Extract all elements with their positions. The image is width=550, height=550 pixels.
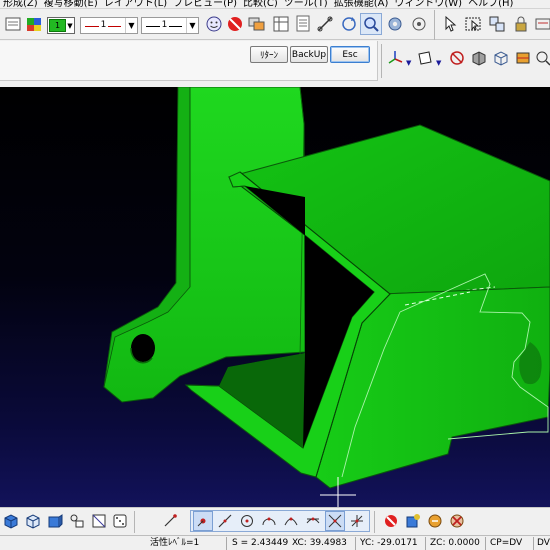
zc-readout: ZC: 0.0000	[430, 538, 480, 548]
3d-viewport[interactable]	[0, 87, 550, 507]
no-entry-icon[interactable]	[381, 511, 401, 531]
menu-compare[interactable]: 比較(C)	[240, 0, 281, 8]
command-area: ﾘﾀｰﾝ BackUp Esc	[0, 41, 378, 81]
status-bar: 活性ﾚﾍﾞﾙ=1 S = 2.43449 XC: 39.4983 YC: -29…	[0, 535, 550, 550]
grid-icon[interactable]	[89, 511, 109, 531]
menu-extensions[interactable]: 拡張機能(A)	[331, 0, 392, 8]
chevron-down-icon: ▼	[125, 18, 137, 33]
intersect-icon[interactable]	[303, 511, 323, 531]
axis-view-icon[interactable]	[384, 47, 406, 69]
config-icon[interactable]	[532, 13, 550, 35]
face-icon[interactable]	[203, 13, 225, 35]
view-plane-icon[interactable]	[414, 47, 436, 69]
esc-button[interactable]: Esc	[330, 46, 370, 63]
chevron-down-icon[interactable]: ▼	[436, 59, 441, 67]
line-type-value: 1	[98, 20, 109, 30]
layer-icon[interactable]	[246, 13, 268, 35]
line-width-value: 1	[159, 20, 170, 30]
chevron-down-icon: ▼	[186, 18, 198, 33]
rotate-view-icon[interactable]	[338, 13, 360, 35]
yc-readout: YC: -29.0171	[360, 538, 418, 548]
cp-readout: CP=DV	[490, 538, 523, 548]
backup-button[interactable]: BackUp	[290, 46, 328, 63]
section-icon[interactable]	[512, 47, 534, 69]
point-icon[interactable]	[193, 511, 213, 531]
cross-alt-icon[interactable]	[347, 511, 367, 531]
erase-icon[interactable]	[447, 511, 467, 531]
command-toolbar: ﾘﾀｰﾝ BackUp Esc ▼ ▼	[0, 41, 550, 87]
pick-icon[interactable]	[160, 511, 180, 531]
model-render	[103, 87, 550, 507]
color-select[interactable]: 1 ▼	[47, 17, 75, 34]
menu-tools[interactable]: ツール(T)	[281, 0, 331, 8]
snap-icon[interactable]	[408, 13, 430, 35]
scale-readout: S = 2.43449	[232, 538, 289, 548]
measure-icon[interactable]	[314, 13, 336, 35]
menu-layout[interactable]: レイアウト(L)	[101, 0, 170, 8]
select-icon[interactable]	[440, 13, 462, 35]
menu-form[interactable]: 形成(Z)	[0, 0, 41, 8]
cube-icon[interactable]	[1, 511, 21, 531]
properties-panel-icon[interactable]	[2, 13, 24, 35]
chevron-down-icon[interactable]: ▼	[406, 59, 411, 67]
circle-icon[interactable]	[237, 511, 257, 531]
line-type-select[interactable]: 1 ▼	[80, 17, 138, 34]
active-level: 活性ﾚﾍﾞﾙ=1	[150, 538, 200, 548]
paint-icon[interactable]	[403, 511, 423, 531]
list-icon[interactable]	[67, 511, 87, 531]
zoom-extents-icon[interactable]	[532, 47, 550, 69]
chevron-down-icon: ▼	[67, 21, 73, 30]
bracket-plate	[103, 87, 306, 403]
line-width-select[interactable]: 1 ▼	[141, 17, 199, 34]
xc-readout: XC: 39.4983	[292, 538, 347, 548]
box-icon[interactable]	[45, 511, 65, 531]
menu-copy-move[interactable]: 複写移動(E)	[41, 0, 101, 8]
cube-outline-icon[interactable]	[23, 511, 43, 531]
menu-help[interactable]: ヘルプ(H)	[465, 0, 516, 8]
menu-bar: 形成(Z) 複写移動(E) レイアウト(L) プレビュー(P) 比較(C) ツー…	[0, 0, 550, 9]
color-palette-icon[interactable]	[24, 13, 46, 35]
bottom-toolbar	[0, 507, 550, 535]
shade-icon[interactable]	[468, 47, 490, 69]
wireframe-icon[interactable]	[490, 47, 512, 69]
group-icon[interactable]	[486, 13, 508, 35]
return-button[interactable]: ﾘﾀｰﾝ	[250, 46, 288, 63]
window-select-icon[interactable]	[462, 13, 484, 35]
gear-icon[interactable]	[384, 13, 406, 35]
hide-icon[interactable]	[446, 47, 468, 69]
line-icon[interactable]	[215, 511, 235, 531]
lock-icon[interactable]	[510, 13, 532, 35]
menu-preview[interactable]: プレビュー(P)	[170, 0, 240, 8]
color-swatch: 1	[49, 19, 66, 32]
table-icon[interactable]	[270, 13, 292, 35]
menu-window[interactable]: ウィンドウ(W)	[391, 0, 465, 8]
cad-window: 形成(Z) 複写移動(E) レイアウト(L) プレビュー(P) 比較(C) ツー…	[0, 0, 550, 550]
no-entry-icon[interactable]	[224, 13, 246, 35]
document-icon[interactable]	[292, 13, 314, 35]
dice-icon[interactable]	[110, 511, 130, 531]
cross-icon[interactable]	[325, 511, 345, 531]
arc-icon[interactable]	[259, 511, 279, 531]
transform-icon[interactable]	[425, 511, 445, 531]
spline-icon[interactable]	[281, 511, 301, 531]
dv-readout: DV	[537, 538, 550, 548]
attribute-toolbar: 1 ▼ 1 ▼ 1 ▼	[0, 10, 550, 40]
zoom-icon[interactable]	[360, 13, 382, 35]
